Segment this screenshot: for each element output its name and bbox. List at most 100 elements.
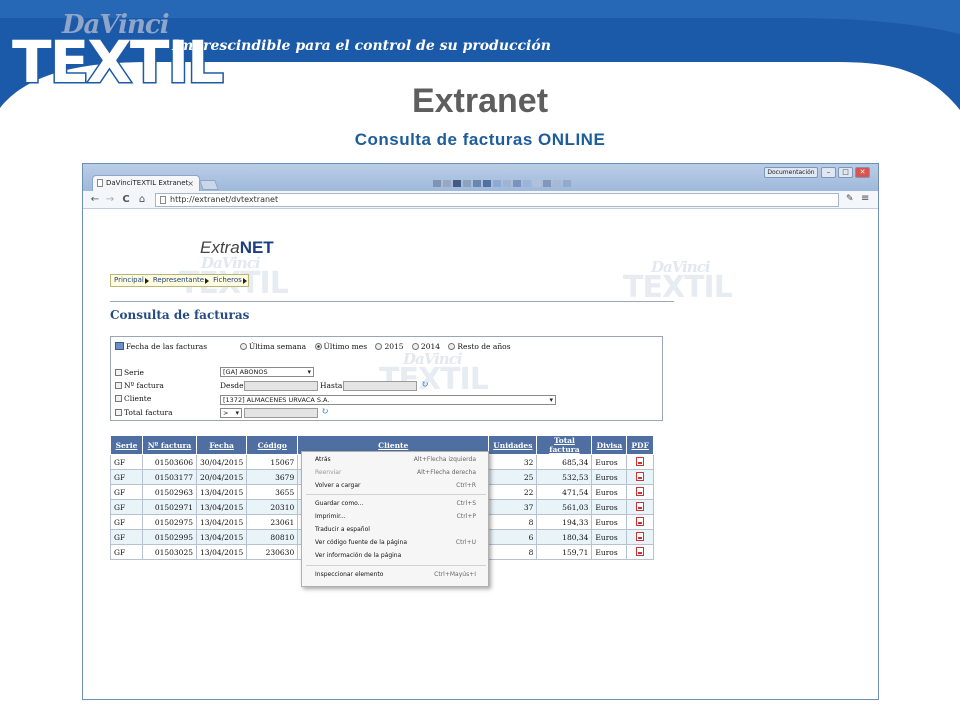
column-header-divisa[interactable]: Divisa	[591, 435, 628, 455]
refresh-icon[interactable]: ↻	[321, 407, 329, 417]
browser-titlebar: DaVinciTEXTIL Extranet × Documentación –…	[83, 164, 878, 191]
cell-fecha: 13/04/2015	[195, 499, 248, 515]
cell-factura: 01502995	[142, 529, 197, 545]
column-header-pdf: PDF	[626, 435, 654, 455]
pdf-icon[interactable]	[636, 471, 645, 481]
cell-fecha: 30/04/2015	[195, 454, 248, 470]
ctx-item-ver-codigo-fuente[interactable]: Ver código fuente de la página Ctrl+U	[302, 537, 488, 548]
radio-2015[interactable]	[375, 343, 383, 350]
context-menu: Atrás Alt+Flecha izquierda Reenviar Alt+Fl…	[301, 451, 489, 587]
radio-ultimo-mes[interactable]	[314, 343, 322, 350]
ctx-shortcut: Alt+Flecha derecha	[417, 469, 476, 476]
cell-fecha: 13/04/2015	[195, 529, 248, 545]
serie-row: Serie	[115, 367, 144, 379]
ctx-item-imprimir[interactable]: Imprimir... Ctrl+P	[302, 511, 488, 522]
column-header-fecha[interactable]: Fecha	[195, 435, 248, 455]
minimize-button[interactable]: –	[821, 167, 836, 178]
maximize-button[interactable]: □	[838, 167, 853, 178]
cell-fecha: 13/04/2015	[195, 514, 248, 530]
slide-title: Extranet	[411, 82, 549, 120]
menu-item-ficheros[interactable]: Ficheros	[210, 275, 248, 286]
cell-total: 180,34	[536, 529, 593, 545]
desde-label: Desde	[220, 381, 244, 390]
factura-checkbox[interactable]	[115, 382, 122, 389]
cell-divisa: Euros	[591, 514, 628, 530]
serie-checkbox[interactable]	[115, 369, 122, 376]
wrench-icon[interactable]: ✎	[846, 194, 854, 204]
radio-2014[interactable]	[411, 343, 419, 350]
cell-fecha: 13/04/2015	[195, 544, 248, 560]
ctx-item-traducir[interactable]: Traducir a español	[302, 524, 488, 535]
cell-divisa: Euros	[591, 454, 628, 470]
page-icon	[97, 179, 103, 187]
serie-select[interactable]: [GA] ABONOS	[220, 367, 314, 377]
new-tab-button[interactable]	[199, 180, 219, 190]
radio-resto-anos[interactable]	[448, 343, 456, 350]
cell-total: 685,34	[536, 454, 593, 470]
column-header-total[interactable]: Total factura	[536, 435, 593, 455]
total-operator-select[interactable]: >	[220, 408, 242, 418]
ctx-item-volver-a-cargar[interactable]: Volver a cargar Ctrl+R	[302, 480, 488, 491]
address-bar[interactable]: http://extranet/dvtextranet	[155, 193, 839, 207]
slide: DaVinci TEXTIL Imprescindible para el co…	[0, 0, 960, 720]
factura-row: Nº factura	[115, 380, 164, 392]
desde-input[interactable]	[244, 381, 318, 391]
pdf-icon[interactable]	[636, 486, 645, 496]
radio-label: 2014	[420, 342, 441, 351]
ctx-item-atras[interactable]: Atrás Alt+Flecha izquierda	[302, 454, 488, 465]
cell-divisa: Euros	[591, 529, 628, 545]
ctx-item-reenviar[interactable]: Reenviar Alt+Flecha derecha	[302, 467, 488, 478]
ctx-shortcut: Ctrl+Mayús+I	[434, 571, 476, 578]
radio-ultima-semana[interactable]	[239, 343, 247, 350]
cell-codigo: 3679	[246, 469, 299, 485]
cell-pdf	[626, 499, 654, 515]
total-checkbox[interactable]	[115, 409, 122, 416]
documentation-button[interactable]: Documentación	[764, 167, 818, 178]
menu-item-principal[interactable]: Principal	[111, 275, 150, 286]
total-input[interactable]	[244, 408, 318, 418]
menu-item-representante[interactable]: Representante	[150, 275, 210, 286]
pdf-icon[interactable]	[636, 546, 645, 556]
cell-factura: 01503025	[142, 544, 197, 560]
cell-pdf	[626, 544, 654, 560]
cell-serie: GF	[110, 454, 143, 470]
ctx-shortcut: Ctrl+U	[455, 539, 476, 546]
column-header-unidades[interactable]: Unidades	[488, 435, 538, 455]
cell-pdf	[626, 469, 654, 485]
cell-pdf	[626, 529, 654, 545]
cliente-checkbox[interactable]	[115, 395, 122, 402]
home-icon[interactable]: ⌂	[136, 193, 148, 206]
back-icon[interactable]: ←	[89, 193, 101, 206]
tab-close-icon[interactable]: ×	[187, 176, 194, 191]
cell-codigo: 15067	[246, 454, 299, 470]
ctx-item-inspeccionar[interactable]: Inspeccionar elemento Ctrl+Mayús+I	[302, 569, 488, 580]
menu-icon[interactable]: ≡	[861, 193, 869, 204]
hasta-input[interactable]	[343, 381, 417, 391]
column-header-factura[interactable]: Nº factura	[142, 435, 197, 455]
ctx-shortcut: Alt+Flecha izquierda	[413, 456, 476, 463]
ctx-item-guardar-como[interactable]: Guardar como... Ctrl+S	[302, 498, 488, 509]
pdf-icon[interactable]	[636, 516, 645, 526]
divider	[110, 301, 674, 302]
cell-total: 532,53	[536, 469, 593, 485]
reload-icon[interactable]: C	[120, 193, 132, 206]
refresh-icon[interactable]: ↻	[421, 380, 429, 390]
tagline: Imprescindible para el control de su pro…	[172, 38, 551, 54]
main-menu: Principal Representante Ficheros	[110, 274, 249, 287]
browser-tab[interactable]: DaVinciTEXTIL Extranet ×	[92, 175, 200, 191]
ctx-item-ver-informacion[interactable]: Ver información de la página	[302, 550, 488, 561]
column-header-serie[interactable]: Serie	[110, 435, 143, 455]
pdf-icon[interactable]	[636, 501, 645, 511]
cell-fecha: 13/04/2015	[195, 484, 248, 500]
cliente-select[interactable]: [1372] ALMACENES URVACA S.A.	[220, 395, 556, 405]
page-heading: Consulta de facturas	[110, 308, 250, 322]
pdf-icon[interactable]	[636, 531, 645, 541]
column-header-codigo[interactable]: Código	[246, 435, 299, 455]
extranet-logo: ExtraNET	[200, 238, 274, 258]
close-window-button[interactable]: ✕	[855, 167, 870, 178]
forward-icon[interactable]: →	[104, 193, 116, 206]
pdf-icon[interactable]	[636, 456, 645, 466]
cell-unidades: 6	[488, 529, 538, 545]
ctx-label: Guardar como...	[315, 500, 364, 507]
cell-serie: GF	[110, 514, 143, 530]
